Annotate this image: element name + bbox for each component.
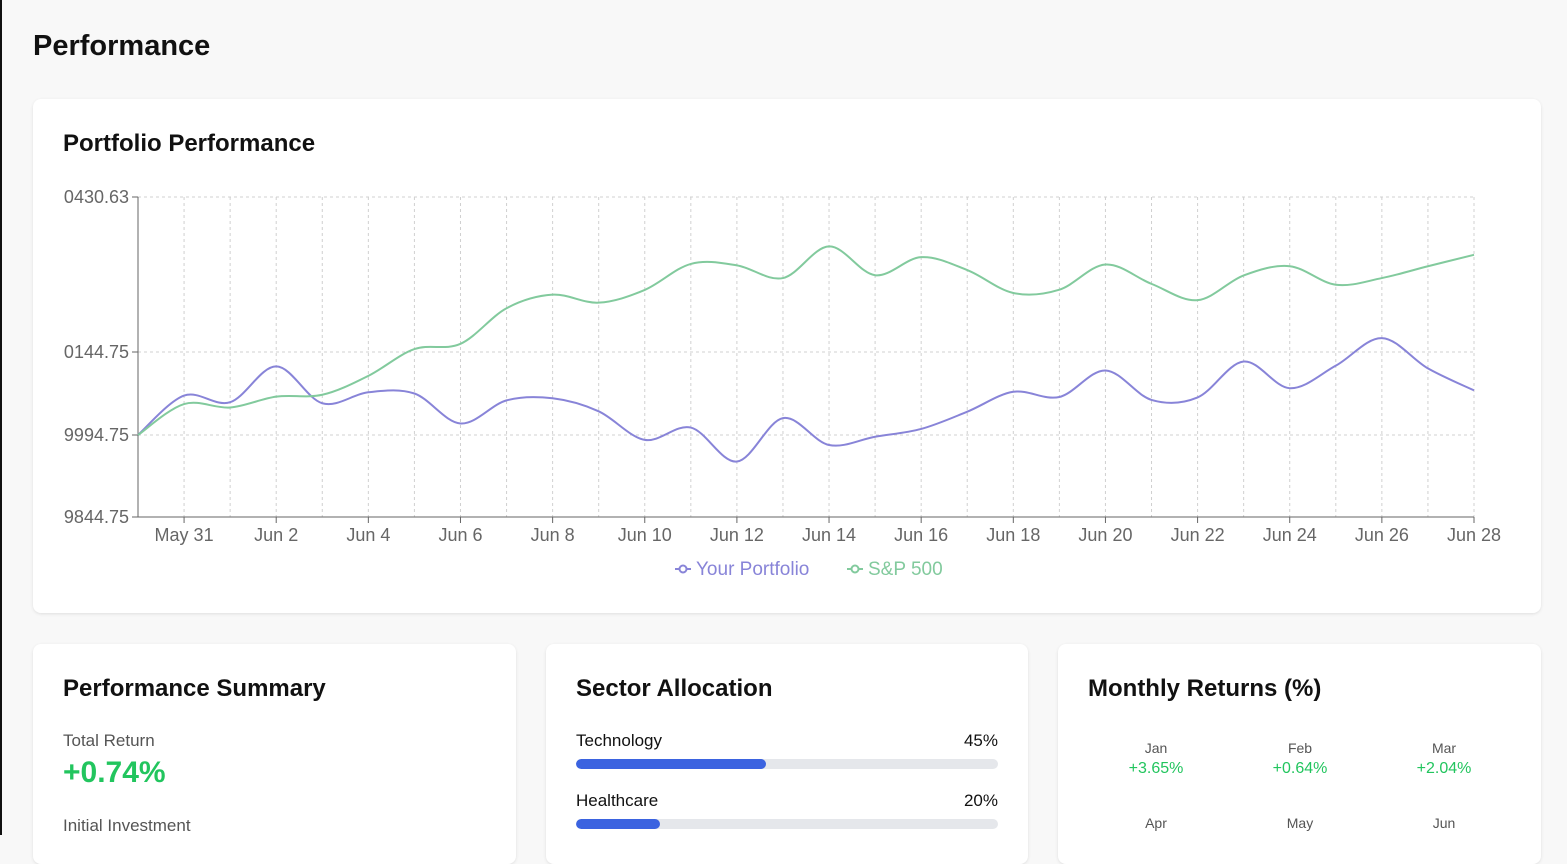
- x-tick-label: Jun 26: [1355, 525, 1409, 545]
- x-tick-label: Jun 28: [1447, 525, 1501, 545]
- month-cell-feb: Feb +0.64%: [1228, 740, 1372, 778]
- portfolio-performance-card: 10430.63 10144.75 9994.75 9844.75 May 31 Jun …: [33, 99, 1541, 613]
- card-title-portfolio-performance: Portfolio Performance: [63, 130, 316, 157]
- x-tick-label: Jun 14: [802, 525, 856, 545]
- legend-label: Your Portfolio: [696, 559, 809, 580]
- x-tick-label: Jun 24: [1263, 525, 1317, 545]
- x-tick-label: Jun 22: [1171, 525, 1225, 545]
- sector-name: Healthcare: [576, 791, 659, 810]
- legend-item-your-portfolio[interactable]: Your Portfolio: [675, 559, 809, 580]
- legend-marker: [678, 564, 688, 574]
- series-line-your-portfolio[interactable]: [137, 337, 1475, 463]
- x-tick-label: Jun 16: [894, 525, 948, 545]
- month-name: Mar: [1431, 740, 1457, 756]
- sector-bar-fill: [576, 819, 661, 829]
- card-title-sector-allocation: Sector Allocation: [576, 675, 773, 702]
- month-return: +3.65%: [1128, 760, 1184, 777]
- month-return: +2.04%: [1416, 760, 1472, 777]
- x-tick-label: Jun 4: [346, 525, 390, 545]
- chart-grid: [137, 196, 1475, 518]
- legend-item-sp-500[interactable]: S&P 500: [847, 559, 943, 580]
- sector-bar-track: [576, 759, 998, 769]
- sector-row-technology: Technology 45%: [576, 731, 998, 769]
- month-cell-apr: Apr: [1084, 815, 1228, 835]
- month-cell-jan: Jan +3.65%: [1084, 740, 1228, 778]
- portfolio-performance-chart: 10430.63 10144.75 9994.75 9844.75 May 31 Jun …: [54, 187, 1501, 580]
- series-line-sp-500[interactable]: [137, 245, 1475, 436]
- page-title: Performance: [33, 30, 211, 62]
- sector-row-healthcare: Healthcare 20%: [576, 791, 998, 829]
- card-title-monthly-returns: Monthly Returns (%): [1088, 675, 1322, 702]
- sector-percent: 20%: [963, 791, 998, 810]
- sector-percent: 45%: [963, 731, 998, 750]
- month-name: May: [1286, 815, 1314, 831]
- y-tick-label: 10144.75: [54, 342, 129, 362]
- month-name: Jan: [1144, 740, 1168, 756]
- month-name: Apr: [1145, 815, 1167, 831]
- month-name: Feb: [1287, 740, 1313, 756]
- month-cell-may: May: [1228, 815, 1372, 835]
- performance-summary-card: Performance Summary Total Return +0.74% …: [33, 644, 516, 864]
- y-tick-label: 9994.75: [64, 425, 129, 445]
- month-cell-jun: Jun: [1372, 815, 1516, 835]
- x-tick-label: Jun 2: [254, 525, 298, 545]
- legend-marker: [850, 564, 860, 574]
- total-return-label: Total Return: [63, 731, 155, 750]
- card-title-performance-summary: Performance Summary: [63, 675, 326, 702]
- sector-allocation-card: Sector Allocation Technology 45% Healthc…: [546, 644, 1028, 864]
- month-return: +0.64%: [1272, 760, 1328, 777]
- initial-investment-label: Initial Investment: [63, 816, 191, 835]
- x-tick-label: Jun 20: [1078, 525, 1132, 545]
- x-tick-label: Jun 8: [531, 525, 575, 545]
- x-tick-label: Jun 10: [618, 525, 672, 545]
- x-tick-label: Jun 12: [710, 525, 764, 545]
- y-tick-label: 9844.75: [64, 507, 129, 527]
- sector-bar-fill: [576, 759, 766, 769]
- legend-label: S&P 500: [868, 559, 943, 580]
- sector-bar-track: [576, 819, 998, 829]
- sector-name: Technology: [576, 731, 663, 750]
- chart-axes: 10430.63 10144.75 9994.75 9844.75 May 31 Jun …: [54, 187, 1501, 545]
- chart-legend[interactable]: Your Portfolio S&P 500: [675, 559, 943, 580]
- month-cell-mar: Mar +2.04%: [1372, 740, 1516, 778]
- total-return-value: +0.74%: [63, 756, 166, 789]
- chart-series: [137, 245, 1475, 463]
- x-tick-label: Jun 6: [438, 525, 482, 545]
- monthly-returns-card: Monthly Returns (%) Jan +3.65% Feb +0.64…: [1058, 644, 1541, 864]
- x-tick-label: May 31: [155, 525, 214, 545]
- month-name: Jun: [1432, 815, 1456, 831]
- x-tick-label: Jun 18: [986, 525, 1040, 545]
- y-tick-label: 10430.63: [54, 187, 129, 207]
